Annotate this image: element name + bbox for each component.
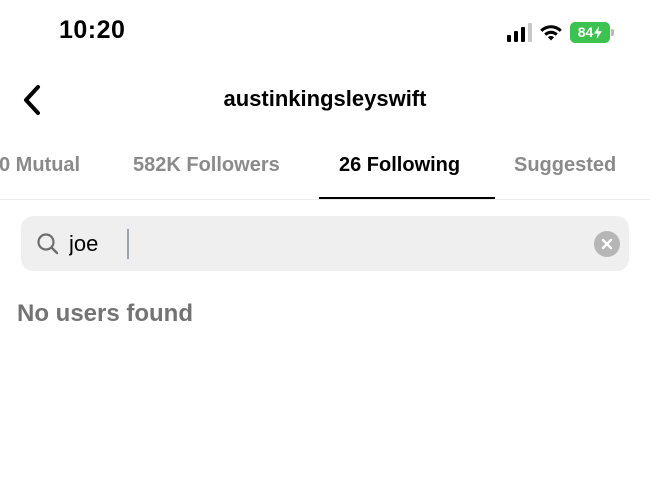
wifi-icon: [540, 24, 562, 40]
tab-bar: 0 Mutual 582K Followers 26 Following Sug…: [0, 144, 650, 200]
search-icon: [37, 233, 59, 255]
following-screen: 10:20 84 austinkingsleyswift 0 Mutual 58…: [0, 0, 650, 482]
header: austinkingsleyswift: [0, 76, 650, 126]
text-cursor: [127, 229, 129, 259]
search-input[interactable]: [69, 226, 569, 262]
tab-suggested[interactable]: Suggested: [514, 154, 616, 177]
clear-icon: [601, 238, 613, 250]
clear-search-button[interactable]: [594, 231, 620, 257]
status-icons: 84: [507, 20, 614, 44]
tab-mutual[interactable]: 0 Mutual: [0, 154, 80, 177]
status-time: 10:20: [59, 16, 126, 44]
search-bar: [21, 216, 629, 271]
tab-followers[interactable]: 582K Followers: [133, 154, 280, 177]
page-title: austinkingsleyswift: [223, 86, 427, 111]
active-tab-indicator: [319, 197, 495, 199]
battery-charging-icon: 84: [570, 21, 614, 43]
tab-following[interactable]: 26 Following: [339, 154, 460, 177]
no-results-message: No users found: [17, 300, 194, 327]
cellular-signal-icon: [507, 22, 532, 42]
status-bar: 10:20 84: [0, 0, 650, 62]
battery-level: 84: [577, 24, 594, 40]
